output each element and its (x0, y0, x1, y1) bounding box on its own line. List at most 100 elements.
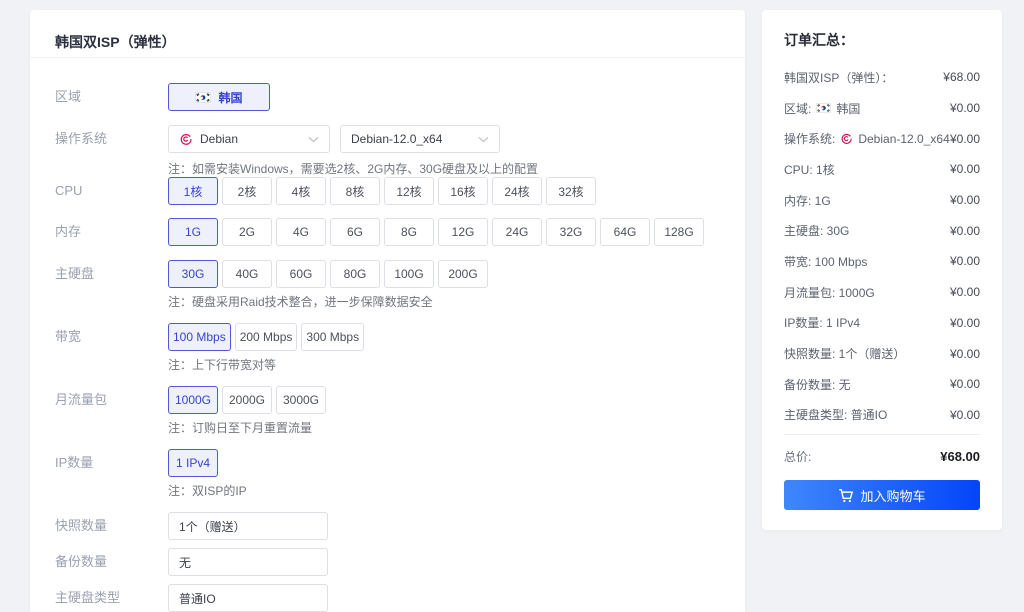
traffic-option[interactable]: 3000G (276, 386, 326, 414)
cpu-option[interactable]: 4核 (276, 177, 326, 205)
total-label: 总价: (784, 448, 811, 465)
region-label: 区域 (55, 83, 168, 111)
region-option-label: 韩国 (218, 89, 242, 106)
total-price: ¥68.00 (940, 449, 980, 464)
ip-note: 注：双ISP的IP (168, 482, 247, 499)
summary-row-disk: 主硬盘: 30G ¥0.00 (784, 215, 980, 246)
config-row-disk-type: 主硬盘类型 普通IO (55, 584, 725, 612)
memory-option[interactable]: 12G (438, 218, 488, 246)
ip-label: IP数量 (55, 449, 168, 477)
summary-row-disk-type: 主硬盘类型: 普通IO ¥0.00 (784, 400, 980, 431)
cpu-option[interactable]: 24核 (492, 177, 542, 205)
cpu-option[interactable]: 8核 (330, 177, 380, 205)
memory-option[interactable]: 2G (222, 218, 272, 246)
debian-logo-icon (179, 132, 193, 146)
memory-option[interactable]: 6G (330, 218, 380, 246)
summary-label: 区域: 韩国 (784, 100, 860, 117)
config-row-memory: 内存 1G 2G 4G 6G 8G 12G 24G 32G 64G 128G (55, 218, 725, 246)
os-version-select[interactable]: Debian-12.0_x64 (340, 125, 500, 153)
os-family-value: Debian (200, 132, 238, 146)
disk-option[interactable]: 200G (438, 260, 488, 288)
cpu-option[interactable]: 2核 (222, 177, 272, 205)
disk-option[interactable]: 100G (384, 260, 434, 288)
cpu-label: CPU (55, 177, 168, 205)
summary-price: ¥68.00 (943, 70, 980, 84)
title-divider (30, 57, 745, 58)
snapshot-label: 快照数量 (55, 512, 168, 540)
page-title: 韩国双ISP（弹性） (55, 32, 176, 52)
summary-price: ¥0.00 (950, 132, 980, 146)
config-row-os: 操作系统 Debian Debian-12.0_x64 (55, 125, 725, 153)
memory-option[interactable]: 128G (654, 218, 704, 246)
cpu-option[interactable]: 1核 (168, 177, 218, 205)
memory-label: 内存 (55, 218, 168, 246)
backup-label: 备份数量 (55, 548, 168, 576)
summary-row-memory: 内存: 1G ¥0.00 (784, 185, 980, 216)
bandwidth-note: 注：上下行带宽对等 (168, 356, 276, 373)
os-note: 注：如需安装Windows，需要选2核、2G内存、30G硬盘及以上的配置 (168, 160, 538, 177)
bandwidth-option[interactable]: 100 Mbps (168, 323, 231, 351)
add-to-cart-label: 加入购物车 (860, 486, 925, 505)
snapshot-count-value: 1个（赠送） (179, 518, 246, 535)
disk-type-field[interactable]: 普通IO (168, 584, 328, 612)
summary-total-row: 总价: ¥68.00 (784, 437, 980, 475)
config-row-cpu: CPU 1核 2核 4核 8核 12核 16核 24核 32核 (55, 177, 725, 205)
bandwidth-option[interactable]: 200 Mbps (235, 323, 298, 351)
backup-count-value: 无 (179, 554, 191, 571)
korea-flag-icon (816, 103, 831, 113)
summary-row-ip: IP数量: 1 IPv4 ¥0.00 (784, 308, 980, 339)
summary-divider (784, 434, 980, 435)
disk-type-label: 主硬盘类型 (55, 584, 168, 612)
summary-row-cpu: CPU: 1核 ¥0.00 (784, 154, 980, 185)
traffic-option[interactable]: 2000G (222, 386, 272, 414)
disk-option[interactable]: 80G (330, 260, 380, 288)
os-label: 操作系统 (55, 125, 168, 153)
summary-row-product: 韩国双ISP（弹性）： ¥68.00 (784, 62, 980, 93)
traffic-option[interactable]: 1000G (168, 386, 218, 414)
korea-flag-icon (195, 92, 211, 103)
memory-option[interactable]: 32G (546, 218, 596, 246)
bandwidth-option[interactable]: 300 Mbps (301, 323, 364, 351)
chevron-down-icon (308, 136, 319, 143)
summary-label: 韩国双ISP（弹性）： (784, 69, 893, 86)
disk-note: 注：硬盘采用Raid技术整合，进一步保障数据安全 (168, 293, 433, 310)
add-to-cart-button[interactable]: 加入购物车 (784, 480, 980, 510)
config-row-ip: IP数量 1 IPv4 (55, 449, 725, 477)
summary-row-backup: 备份数量: 无 ¥0.00 (784, 369, 980, 400)
summary-label: 操作系统: Debian-12.0_x64 (784, 130, 950, 147)
config-row-snapshot: 快照数量 1个（赠送） (55, 512, 725, 540)
summary-row-os: 操作系统: Debian-12.0_x64 ¥0.00 (784, 123, 980, 154)
memory-option[interactable]: 1G (168, 218, 218, 246)
disk-option[interactable]: 30G (168, 260, 218, 288)
debian-logo-icon (840, 132, 853, 145)
memory-option[interactable]: 8G (384, 218, 434, 246)
order-summary-title: 订单汇总： (784, 24, 980, 62)
order-summary-card: 订单汇总： 韩国双ISP（弹性）： ¥68.00 区域: (762, 10, 1002, 530)
config-row-region: 区域 (55, 83, 725, 111)
cart-icon (838, 488, 853, 503)
cpu-option[interactable]: 12核 (384, 177, 434, 205)
memory-option[interactable]: 24G (492, 218, 542, 246)
summary-row-region: 区域: 韩国 ¥0.00 (784, 93, 980, 124)
traffic-note: 注：订购日至下月重置流量 (168, 419, 312, 436)
config-row-bandwidth: 带宽 100 Mbps 200 Mbps 300 Mbps (55, 323, 725, 351)
summary-price: ¥0.00 (950, 101, 980, 115)
os-family-select[interactable]: Debian (168, 125, 330, 153)
disk-label: 主硬盘 (55, 260, 168, 288)
bandwidth-label: 带宽 (55, 323, 168, 351)
os-version-value: Debian-12.0_x64 (351, 132, 442, 146)
ip-option[interactable]: 1 IPv4 (168, 449, 218, 477)
cpu-option[interactable]: 16核 (438, 177, 488, 205)
memory-option[interactable]: 4G (276, 218, 326, 246)
cpu-option[interactable]: 32核 (546, 177, 596, 205)
config-row-disk: 主硬盘 30G 40G 60G 80G 100G 200G (55, 260, 725, 288)
config-row-backup: 备份数量 无 (55, 548, 725, 576)
snapshot-count-field[interactable]: 1个（赠送） (168, 512, 328, 540)
region-option-korea[interactable]: 韩国 (168, 83, 270, 111)
summary-row-traffic: 月流量包: 1000G ¥0.00 (784, 277, 980, 308)
disk-option[interactable]: 60G (276, 260, 326, 288)
memory-option[interactable]: 64G (600, 218, 650, 246)
backup-count-field[interactable]: 无 (168, 548, 328, 576)
disk-option[interactable]: 40G (222, 260, 272, 288)
config-row-traffic: 月流量包 1000G 2000G 3000G (55, 386, 725, 414)
